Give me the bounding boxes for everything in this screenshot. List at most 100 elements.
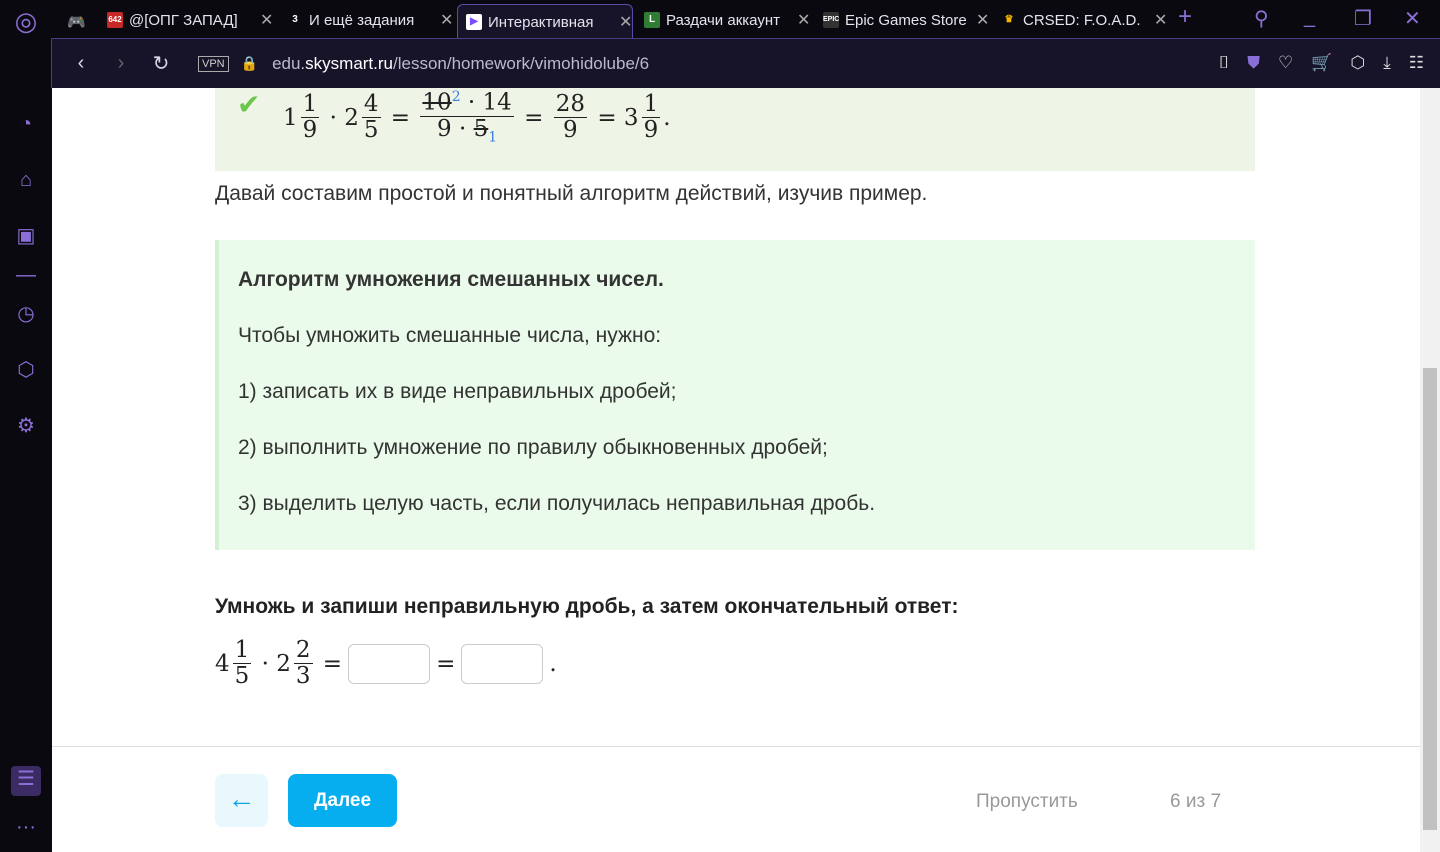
l-icon: L (644, 12, 660, 28)
crown-icon: ♛ (1004, 14, 1014, 25)
more-icon[interactable]: ··· (13, 814, 39, 840)
m: 28 (553, 91, 588, 119)
minimize-icon[interactable]: _ (1304, 6, 1315, 29)
address-bar: ‹ › ↻ VPN 🔒 edu.skysmart.ru/lesson/homew… (51, 38, 1440, 88)
m: 14 (482, 89, 512, 116)
final-answer-input[interactable] (461, 643, 544, 684)
task-formula: 4 15 · 2 23 = = . (215, 637, 557, 690)
improper-fraction-input[interactable] (348, 643, 431, 684)
tab-title: CRSED: F.O.A.D. (1023, 11, 1141, 29)
footer: ← Далее Пропустить 6 из 7 (52, 746, 1420, 852)
browser-sidebar: ◎ ◔ ⌂ ▣ — ◷ ⬡ ⚙ ☰ ··· (0, 0, 51, 852)
arrow-left-icon: ← (227, 783, 256, 814)
new-tab-icon[interactable]: + (1178, 3, 1192, 31)
m: 5 (363, 117, 379, 144)
number-icon: 3 (292, 14, 298, 25)
example-box: ✔ 1 19 · 2 45 = 102 · 14 9 · 51 = 28 9 = 3… (215, 88, 1255, 171)
algorithm-lead: Чтобы умножить смешанные числа, нужно: (238, 324, 662, 347)
tab-title: @[ОПГ ЗАПАД] (129, 11, 238, 29)
tab[interactable]: 642 @[ОПГ ЗАПАД] ✕ (99, 4, 273, 36)
tab[interactable]: ♛ CRSED: F.O.A.D. ✕ (993, 4, 1168, 36)
tab[interactable]: L Раздачи аккаунт ✕ (636, 4, 810, 36)
tab-active[interactable]: ▶ Интерактивная ✕ (457, 4, 634, 39)
m: 1 (283, 104, 298, 131)
m: 1 (641, 91, 661, 119)
close-window-icon[interactable]: ✕ (1404, 6, 1421, 31)
m: 4 (215, 650, 230, 677)
m: 5 (234, 663, 250, 690)
cleaner-icon[interactable]: ⌂ (13, 167, 39, 193)
tab-title: Раздачи аккаунт (666, 11, 780, 29)
algorithm-title: Алгоритм умножения смешанных чисел. (238, 268, 664, 291)
m: 5 (473, 115, 489, 142)
history-icon[interactable]: ◷ (13, 301, 39, 327)
tab[interactable]: EPIC Epic Games Store ✕ (815, 4, 989, 36)
m: 9 (643, 117, 659, 144)
sidebar-divider: — (16, 264, 36, 286)
m: 1 (488, 129, 498, 146)
vpn-badge[interactable]: VPN (198, 55, 229, 72)
download-icon[interactable]: ⤓ (1383, 53, 1391, 73)
search-icon[interactable]: ⚲ (1254, 6, 1269, 31)
m: 2 (276, 650, 291, 677)
tab-title: Интерактивная (488, 13, 594, 31)
m: 10 (422, 89, 452, 116)
m: 3 (623, 104, 639, 131)
box-icon[interactable]: ⬡ (13, 357, 39, 383)
close-icon[interactable]: ✕ (260, 10, 273, 30)
tab-title: И ещё задания (309, 11, 415, 29)
reload-icon[interactable]: ↻ (150, 51, 172, 76)
m: 1 (300, 91, 320, 119)
close-icon[interactable]: ✕ (1154, 10, 1167, 30)
m: 2 (293, 637, 313, 665)
page-content: ✔ 1 19 · 2 45 = 102 · 14 9 · 51 = 28 9 = 3… (52, 88, 1420, 852)
m: 9 (437, 115, 452, 142)
url-domain: skysmart.ru (305, 53, 393, 73)
m: 2 (344, 104, 359, 131)
tab-bar: 🎮 642 @[ОПГ ЗАПАД] ✕ 3 И ещё задания ✕ ▶ Инте… (51, 0, 1440, 39)
scrollbar[interactable] (1420, 88, 1440, 852)
workspaces-icon[interactable]: ☰ (11, 766, 41, 796)
algorithm-box: Алгоритм умножения смешанных чисел. Чтоб… (215, 240, 1255, 550)
settings-icon[interactable]: ⚙ (13, 413, 39, 439)
discord-icon: 642 (107, 12, 123, 28)
forward-icon[interactable]: › (110, 52, 132, 75)
camera-icon[interactable]: ⌷ (1219, 53, 1229, 73)
m: 3 (295, 663, 311, 690)
intro-text: Давай составим простой и понятный алгори… (215, 182, 928, 205)
url-path: /lesson/homework/vimohidolube/6 (393, 53, 650, 73)
lock-icon[interactable]: 🔒 (241, 55, 258, 72)
restore-icon[interactable]: ❐ (1354, 6, 1372, 31)
close-icon[interactable]: ✕ (619, 12, 632, 32)
gx-games-icon[interactable]: 🎮 (59, 6, 89, 38)
close-icon[interactable]: ✕ (797, 10, 810, 30)
algorithm-step: 3) выделить целую часть, если получилась… (238, 492, 876, 515)
m: 1 (232, 637, 252, 665)
close-icon[interactable]: ✕ (976, 10, 989, 30)
progress-counter: 6 из 7 (1170, 791, 1222, 812)
heart-icon[interactable]: ♡ (1278, 53, 1293, 73)
m: 9 (302, 117, 318, 144)
skysmart-icon: ▶ (466, 14, 482, 30)
shield-icon[interactable]: ⛊ (1247, 53, 1260, 73)
algorithm-step: 2) выполнить умножение по правилу обыкно… (238, 436, 828, 459)
box-icon[interactable]: ⬡ (1350, 53, 1365, 73)
back-button[interactable]: ← (215, 774, 268, 827)
tab[interactable]: 3 И ещё задания ✕ (279, 4, 453, 36)
speed-dial-icon[interactable]: ◔ (13, 111, 39, 137)
m: 9 (563, 117, 578, 144)
scrollbar-thumb[interactable] (1423, 368, 1437, 830)
algorithm-step: 1) записать их в виде неправильных дробе… (238, 380, 677, 403)
close-icon[interactable]: ✕ (440, 10, 453, 30)
next-button[interactable]: Далее (288, 774, 397, 827)
check-icon: ✔ (237, 89, 261, 120)
back-icon[interactable]: ‹ (70, 52, 92, 75)
url-field[interactable]: edu.skysmart.ru/lesson/homework/vimohido… (272, 54, 649, 74)
opera-logo-icon[interactable]: ◎ (13, 8, 39, 34)
url-prefix: edu. (272, 53, 306, 73)
skip-link[interactable]: Пропустить (976, 791, 1078, 813)
cart-icon[interactable]: 🛒 (1311, 53, 1332, 73)
m: 4 (361, 91, 381, 119)
settings-sliders-icon[interactable]: ☷ (1409, 53, 1424, 73)
twitch-icon[interactable]: ▣ (13, 223, 39, 249)
